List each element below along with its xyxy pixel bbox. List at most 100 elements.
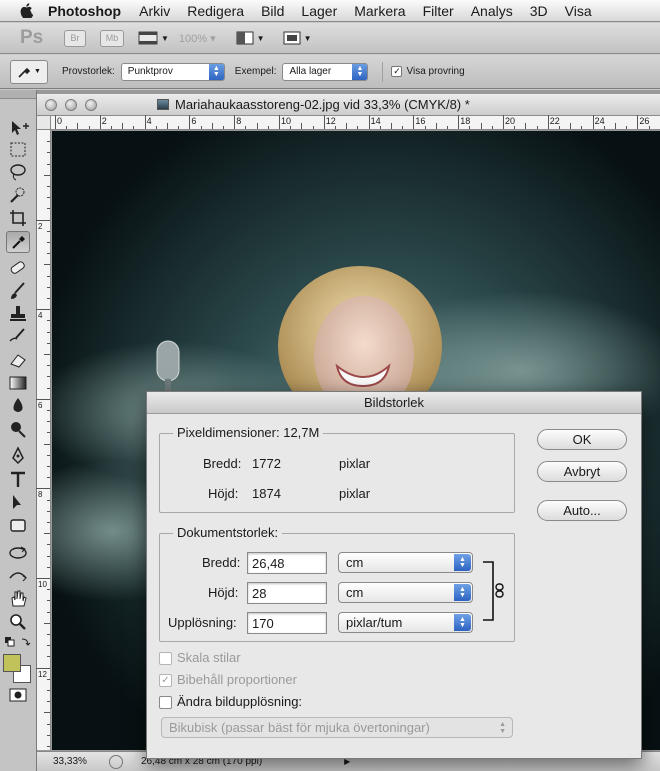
status-zoom[interactable]: 33,33%	[53, 756, 109, 767]
brush-tool-icon[interactable]	[6, 281, 30, 301]
arrange-documents-button[interactable]: ▼	[236, 31, 265, 45]
move-tool-icon[interactable]	[6, 118, 30, 138]
sample-size-value: Punktprov	[127, 66, 173, 77]
3d-orbit-tool-icon[interactable]	[6, 566, 30, 586]
doc-height-label: Höjd:	[208, 585, 239, 600]
3d-rotate-tool-icon[interactable]	[6, 543, 30, 563]
menu-3d[interactable]: 3D	[530, 3, 548, 19]
quick-mask-icon[interactable]	[9, 688, 27, 702]
resolution-input[interactable]: 170	[247, 612, 327, 634]
panel-grip[interactable]	[0, 90, 36, 99]
close-window-button[interactable]	[45, 98, 57, 111]
ruler-label: 26	[639, 116, 650, 126]
ruler-tick	[47, 410, 50, 411]
ruler-tick	[637, 115, 639, 129]
ruler-tick	[223, 126, 224, 129]
zoom-window-button[interactable]	[85, 98, 97, 111]
ruler-tick	[570, 123, 572, 129]
clone-stamp-tool-icon[interactable]	[6, 304, 30, 324]
doc-width-unit-select[interactable]: cm ▲ ▼	[338, 552, 473, 573]
menu-markera[interactable]: Markera	[354, 3, 405, 19]
auto-button[interactable]: Auto...	[537, 500, 627, 521]
marquee-tool-icon[interactable]	[6, 140, 30, 160]
ruler-tick	[47, 701, 50, 703]
cancel-label: Avbryt	[563, 464, 601, 479]
pen-tool-icon[interactable]	[6, 446, 30, 466]
tool-preset-picker[interactable]: ▼	[10, 59, 48, 84]
arrange-icon	[236, 31, 254, 45]
options-bar: ▼ Provstorlek: Punktprov ▲ ▼ Exempel: All…	[0, 55, 660, 89]
resample-method-select[interactable]: Bikubisk (passar bäst för mjuka övertoni…	[161, 717, 513, 738]
minimize-window-button[interactable]	[65, 98, 77, 111]
menu-analys[interactable]: Analys	[471, 3, 513, 19]
resample-checkbox[interactable]	[159, 696, 172, 709]
apple-icon[interactable]	[20, 3, 34, 18]
menu-bild[interactable]: Bild	[261, 3, 284, 19]
resolution-label: Upplösning:	[168, 615, 237, 630]
ruler-tick	[88, 126, 90, 129]
resample-label: Ändra bildupplösning:	[177, 694, 303, 709]
blur-tool-icon[interactable]	[6, 396, 30, 416]
spot-healing-tool-icon[interactable]	[6, 258, 30, 278]
history-brush-tool-icon[interactable]	[6, 327, 30, 347]
doc-height-unit-select[interactable]: cm ▲ ▼	[338, 582, 473, 603]
eraser-tool-icon[interactable]	[6, 350, 30, 370]
foreground-color-swatch[interactable]	[3, 654, 21, 672]
menu-arkiv[interactable]: Arkiv	[139, 3, 170, 19]
ruler-tick	[368, 115, 370, 129]
ruler-tick	[413, 115, 415, 129]
zoom-tool-icon[interactable]	[6, 612, 30, 632]
sample-size-select[interactable]: Punktprov ▲ ▼	[120, 62, 225, 81]
dodge-tool-icon[interactable]	[6, 419, 30, 439]
mini-bridge-button[interactable]: Mb	[100, 29, 124, 47]
horizontal-ruler[interactable]: 0 2 4 6 8 10 12 14 16 18 20 22 24 26	[51, 115, 660, 130]
menu-visa[interactable]: Visa	[565, 3, 592, 19]
show-ring-checkbox[interactable]: ✓	[391, 66, 403, 77]
ruler-tick	[424, 126, 426, 129]
ruler-tick	[167, 123, 168, 129]
hand-tool-icon[interactable]	[6, 589, 30, 609]
scale-styles-checkbox[interactable]	[159, 652, 172, 665]
eyedropper-tool[interactable]	[6, 231, 30, 253]
resolution-unit-select[interactable]: pixlar/tum ▲ ▼	[338, 612, 473, 633]
ruler-label: 2	[101, 116, 107, 126]
ok-button[interactable]: OK	[537, 429, 627, 450]
doc-height-input[interactable]: 28	[247, 582, 327, 604]
ruler-tick	[47, 600, 50, 602]
cancel-button[interactable]: Avbryt	[537, 461, 627, 482]
dialog-title: Bildstorlek	[364, 395, 424, 410]
zoom-level[interactable]: 100% ▾	[179, 32, 216, 45]
ruler-origin[interactable]	[37, 116, 51, 130]
ruler-tick	[47, 510, 50, 512]
view-extras-button[interactable]: ▼	[138, 31, 169, 45]
sample-select[interactable]: Alla lager ▲ ▼	[282, 62, 369, 81]
quick-selection-tool-icon[interactable]	[6, 185, 30, 205]
path-selection-tool-icon[interactable]	[6, 493, 30, 513]
type-tool-icon[interactable]	[6, 470, 30, 490]
shape-tool-icon[interactable]	[6, 516, 30, 536]
menu-redigera[interactable]: Redigera	[187, 3, 244, 19]
doc-width-unit: cm	[346, 555, 364, 570]
screen-mode-button[interactable]: ▼	[283, 31, 311, 45]
ruler-tick	[44, 533, 50, 535]
zoom-value: 100%	[178, 32, 208, 45]
ruler-label: 22	[549, 116, 560, 126]
constrain-proportions-checkbox[interactable]: ✓	[159, 674, 172, 687]
menu-filter[interactable]: Filter	[423, 3, 454, 19]
eyedropper-icon	[18, 67, 31, 78]
document-titlebar[interactable]: Mariahaukaasstoreng-02.jpg vid 33,3% (CM…	[37, 94, 660, 116]
app-name-menu[interactable]: Photoshop	[48, 3, 121, 19]
ruler-label: 18	[460, 116, 471, 126]
bridge-button[interactable]: Br	[64, 29, 86, 47]
menu-lager[interactable]: Lager	[301, 3, 337, 19]
constrain-proportions-label: Bibehåll proportioner	[177, 672, 297, 687]
status-info-icon[interactable]	[109, 754, 123, 769]
doc-width-input[interactable]: 26,48	[247, 552, 327, 574]
ruler-tick	[312, 126, 314, 129]
dialog-titlebar[interactable]: Bildstorlek	[147, 392, 641, 414]
lasso-tool-icon[interactable]	[6, 162, 30, 182]
vertical-ruler[interactable]: 2 4 6 8 10 12	[36, 130, 51, 750]
gradient-tool-icon[interactable]	[6, 373, 30, 393]
crop-tool-icon[interactable]	[6, 208, 30, 228]
default-colors-icon[interactable]	[4, 636, 32, 650]
